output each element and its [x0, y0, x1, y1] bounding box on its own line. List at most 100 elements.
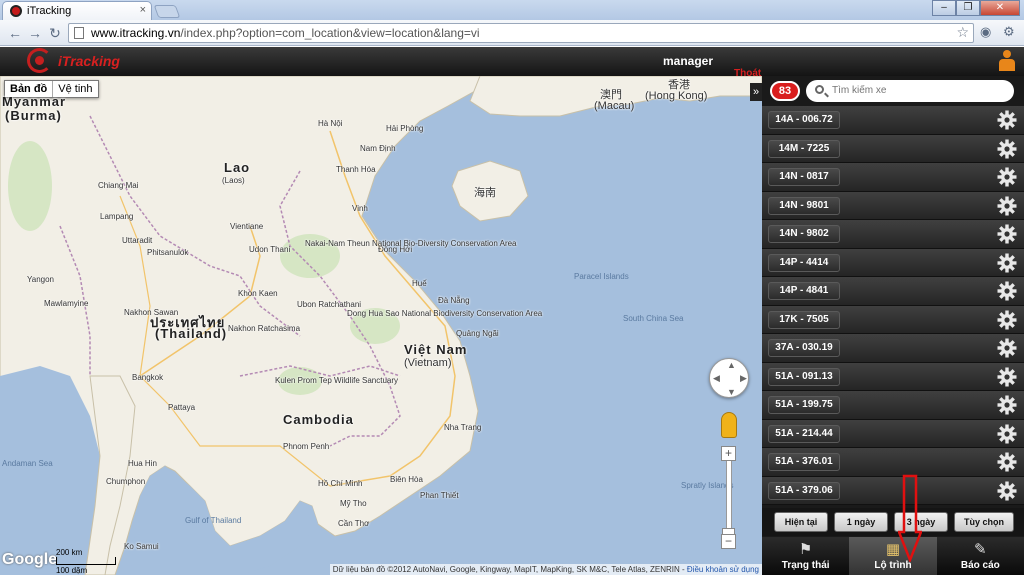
- pan-down-icon[interactable]: ▼: [727, 387, 736, 397]
- vehicle-row[interactable]: 51A - 199.75: [762, 391, 1024, 420]
- vehicle-row[interactable]: 14P - 4414: [762, 248, 1024, 277]
- vehicle-row[interactable]: 51A - 091.13: [762, 362, 1024, 391]
- vehicle-settings-gear-icon[interactable]: [997, 481, 1017, 501]
- vehicle-settings-gear-icon[interactable]: [997, 281, 1017, 301]
- tab-report[interactable]: ✎ Báo cáo: [937, 537, 1024, 575]
- vehicle-settings-gear-icon[interactable]: [997, 424, 1017, 444]
- map-place-label: Bangkok: [132, 373, 164, 382]
- vehicle-settings-gear-icon[interactable]: [997, 139, 1017, 159]
- tab-route[interactable]: ▦ Lộ trình: [849, 537, 937, 575]
- vehicle-row[interactable]: 14N - 9801: [762, 191, 1024, 220]
- extension-eye-icon[interactable]: ◉: [980, 24, 991, 40]
- map-place-label: Nakhon Ratchasima: [228, 324, 301, 333]
- vehicle-settings-gear-icon[interactable]: [997, 224, 1017, 244]
- terms-link[interactable]: Điều khoản sử dụng: [687, 565, 759, 574]
- vehicle-plate[interactable]: 51A - 214.44: [768, 424, 840, 443]
- tab-status[interactable]: ⚑ Trạng thái: [762, 537, 849, 575]
- vehicle-plate[interactable]: 14A - 006.72: [768, 111, 840, 129]
- map-place-label: South China Sea: [623, 314, 684, 323]
- vehicle-plate[interactable]: 37A - 030.19: [768, 339, 840, 357]
- map-place-label: Andaman Sea: [2, 459, 53, 468]
- url-path: /index.php?option=com_location&view=loca…: [180, 26, 480, 40]
- vehicle-plate[interactable]: 14N - 9802: [768, 225, 840, 243]
- maximize-button[interactable]: ❐: [956, 0, 980, 16]
- search-icon: [815, 85, 824, 94]
- vehicle-plate[interactable]: 14P - 4841: [768, 282, 840, 300]
- tab-report-label: Báo cáo: [960, 560, 1000, 571]
- map-place-label: (Hong Kong): [645, 90, 708, 102]
- map-place-label: Vinh: [352, 204, 368, 213]
- vehicle-plate[interactable]: 51A - 091.13: [768, 367, 840, 386]
- vehicle-plate[interactable]: 51A - 199.75: [768, 396, 840, 414]
- map-place-label: Ko Samui: [124, 542, 159, 551]
- zoom-in-button[interactable]: +: [721, 446, 736, 461]
- map-canvas[interactable]: Bản đồ Vệ tinh Myanmar (Burma) Lao (Laos) ปร…: [0, 76, 762, 575]
- vehicle-search-input[interactable]: [832, 85, 1002, 96]
- vehicle-search[interactable]: [806, 80, 1014, 102]
- range-1-day-button[interactable]: 1 ngày: [834, 512, 888, 532]
- wrench-menu-icon[interactable]: ⚙: [1003, 24, 1015, 40]
- forward-button[interactable]: →: [26, 24, 44, 42]
- zoom-out-button[interactable]: −: [721, 534, 736, 549]
- street-view-pegman-icon[interactable]: [721, 412, 737, 438]
- vehicle-plate[interactable]: 17K - 7505: [768, 310, 840, 329]
- user-profile-icon[interactable]: [998, 50, 1016, 72]
- range-custom-button[interactable]: Tùy chọn: [954, 512, 1014, 532]
- vehicle-row[interactable]: 51A - 214.44: [762, 419, 1024, 448]
- vehicle-row[interactable]: 14N - 9802: [762, 220, 1024, 249]
- pan-control[interactable]: ▲ ▼ ◀ ▶: [709, 358, 749, 398]
- time-range-buttons: Hiện tại 1 ngày 3 ngày Tùy chọn: [762, 508, 1024, 536]
- vehicle-settings-gear-icon[interactable]: [997, 253, 1017, 273]
- map-place-label: Quảng Ngãi: [456, 329, 499, 338]
- vehicle-row[interactable]: 14P - 4841: [762, 277, 1024, 306]
- map-place-label: Cambodia: [283, 412, 354, 427]
- browser-toolbar: ← → ↻ www.itracking.vn/index.php?option=…: [0, 20, 1024, 46]
- reload-button[interactable]: ↻: [46, 24, 64, 42]
- vehicle-row[interactable]: 14A - 006.72: [762, 106, 1024, 135]
- map-place-label: Hà Nội: [318, 119, 343, 128]
- bookmark-star-icon[interactable]: ☆: [956, 24, 969, 41]
- vehicle-row[interactable]: 51A - 376.01: [762, 448, 1024, 477]
- vehicle-row[interactable]: 14N - 0817: [762, 163, 1024, 192]
- vehicle-settings-gear-icon[interactable]: [997, 110, 1017, 130]
- map-place-label: Thanh Hóa: [336, 165, 376, 174]
- vehicle-plate[interactable]: 14N - 0817: [768, 168, 840, 186]
- map-place-label: Udon Thani: [249, 245, 291, 254]
- vehicle-plate[interactable]: 14M - 7225: [768, 139, 840, 158]
- map-place-label: Ubon Ratchathani: [297, 300, 362, 309]
- vehicle-plate[interactable]: 51A - 379.06: [768, 481, 840, 500]
- vehicle-settings-gear-icon[interactable]: [997, 338, 1017, 358]
- vehicle-settings-gear-icon[interactable]: [997, 310, 1017, 330]
- map-place-label: Hồ Chí Minh: [318, 479, 363, 488]
- browser-tab[interactable]: iTracking ×: [2, 1, 152, 20]
- vehicle-settings-gear-icon[interactable]: [997, 367, 1017, 387]
- address-bar[interactable]: www.itracking.vn/index.php?option=com_lo…: [68, 23, 974, 43]
- back-button[interactable]: ←: [6, 24, 24, 42]
- close-window-button[interactable]: ✕: [980, 0, 1020, 16]
- vehicle-row[interactable]: 51A - 379.06: [762, 476, 1024, 505]
- collapse-panel-button[interactable]: »: [750, 83, 762, 101]
- vehicle-row[interactable]: 14M - 7225: [762, 134, 1024, 163]
- pan-up-icon[interactable]: ▲: [727, 360, 736, 370]
- vehicle-plate[interactable]: 51A - 376.01: [768, 453, 840, 471]
- vehicle-row[interactable]: 17K - 7505: [762, 305, 1024, 334]
- vehicle-settings-gear-icon[interactable]: [997, 196, 1017, 216]
- tab-route-label: Lộ trình: [874, 560, 912, 571]
- map-place-label: Nakhon Sawan: [124, 308, 179, 317]
- scale-mi: 100 dặm: [56, 566, 88, 575]
- range-current-button[interactable]: Hiện tại: [774, 512, 828, 532]
- vehicle-settings-gear-icon[interactable]: [997, 452, 1017, 472]
- minimize-button[interactable]: –: [932, 0, 956, 16]
- pan-right-icon[interactable]: ▶: [740, 373, 747, 384]
- vehicle-settings-gear-icon[interactable]: [997, 395, 1017, 415]
- new-tab-button[interactable]: [153, 5, 181, 18]
- range-3-days-button[interactable]: 3 ngày: [894, 512, 948, 532]
- panel-tabbar: ⚑ Trạng thái ▦ Lộ trình ✎ Báo cáo: [762, 537, 1024, 575]
- vehicle-row[interactable]: 37A - 030.19: [762, 334, 1024, 363]
- vehicle-settings-gear-icon[interactable]: [997, 167, 1017, 187]
- pan-left-icon[interactable]: ◀: [713, 373, 720, 384]
- vehicle-plate[interactable]: 14P - 4414: [768, 253, 840, 272]
- close-tab-icon[interactable]: ×: [140, 4, 146, 16]
- vehicle-plate[interactable]: 14N - 9801: [768, 196, 840, 215]
- map-place-label: 海南: [474, 187, 496, 199]
